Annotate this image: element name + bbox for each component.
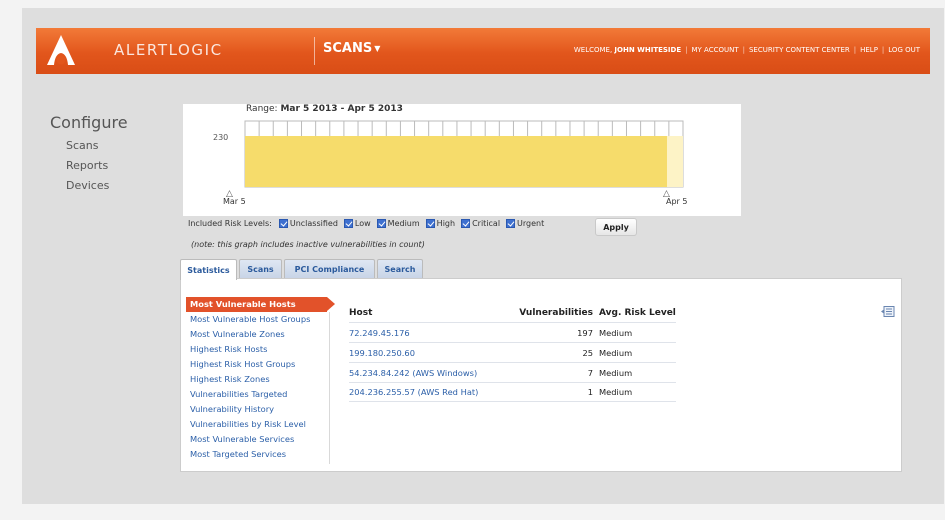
report-item-highest-risk-host-groups[interactable]: Highest Risk Host Groups: [186, 357, 331, 372]
table-header: Host Vulnerabilities Avg. Risk Level: [349, 303, 676, 322]
header-divider: [314, 37, 315, 65]
report-list: Most Vulnerable Hosts Most Vulnerable Ho…: [186, 297, 335, 462]
nav-divider: |: [742, 46, 745, 54]
configure-heading: Configure: [50, 113, 128, 132]
nav-divider: |: [853, 46, 857, 54]
tab-pci-compliance[interactable]: PCI Compliance: [284, 259, 375, 279]
checkbox-label: Low: [354, 219, 371, 228]
hosts-table: Host Vulnerabilities Avg. Risk Level 72.…: [349, 303, 676, 402]
report-item-vulnerabilities-targeted[interactable]: Vulnerabilities Targeted: [186, 387, 331, 402]
checkbox-label: Unclassified: [289, 219, 338, 228]
logout-link[interactable]: LOG OUT: [888, 46, 920, 54]
checkbox-label: Medium: [387, 219, 420, 228]
host-link[interactable]: 54.234.84.242 (AWS Windows): [349, 368, 501, 378]
chart-canvas: 230 △ Mar 5 △ Apr 5: [213, 120, 687, 206]
column-header-vulnerabilities[interactable]: Vulnerabilities: [501, 308, 599, 318]
report-item-highest-risk-hosts[interactable]: Highest Risk Hosts: [186, 342, 331, 357]
chevron-down-icon: ▼: [374, 44, 381, 53]
export-icon[interactable]: [881, 306, 895, 317]
chart-area-tail: [667, 136, 683, 187]
graph-note: (note: this graph includes inactive vuln…: [191, 240, 425, 249]
tab-statistics[interactable]: Statistics: [180, 259, 237, 280]
sidebar-item-scans[interactable]: Scans: [66, 139, 98, 152]
x-tick-start: Mar 5: [223, 197, 246, 206]
nav-divider: |: [685, 46, 688, 54]
checkbox-high[interactable]: High: [425, 219, 456, 228]
host-link[interactable]: 204.236.255.57 (AWS Red Hat): [349, 387, 501, 397]
vulnerability-count: 7: [587, 367, 593, 378]
apply-button[interactable]: Apply: [595, 218, 637, 236]
report-item-most-vulnerable-services[interactable]: Most Vulnerable Services: [186, 432, 331, 447]
host-link[interactable]: 199.180.250.60: [349, 348, 501, 358]
checkbox-label: Urgent: [517, 219, 545, 228]
checkbox-low[interactable]: Low: [343, 219, 371, 228]
report-item-vulnerability-history[interactable]: Vulnerability History: [186, 402, 331, 417]
scans-menu[interactable]: SCANS ▼: [323, 41, 380, 56]
x-tick-end: Apr 5: [666, 197, 687, 206]
table-row: 204.236.255.57 (AWS Red Hat) 1 Medium: [349, 382, 676, 402]
report-item-most-vulnerable-host-groups[interactable]: Most Vulnerable Host Groups: [186, 312, 331, 327]
alertlogic-logo-icon[interactable]: [42, 32, 80, 70]
top-header: ALERTLOGIC SCANS ▼ WELCOME, JOHN WHITESI…: [36, 28, 930, 74]
list-divider: [329, 312, 330, 464]
column-header-avg-risk[interactable]: Avg. Risk Level: [599, 308, 676, 318]
checkbox-label: High: [436, 219, 456, 228]
vulnerability-count: 25: [582, 347, 593, 358]
checkbox-checked-icon: [343, 219, 353, 228]
risk-level-filter: Included Risk Levels: Unclassified Low M…: [188, 219, 547, 228]
y-tick-label: 230: [213, 133, 228, 142]
security-content-center-link[interactable]: SECURITY CONTENT CENTER: [749, 46, 850, 54]
risk-level: Medium: [599, 347, 633, 358]
checkbox-checked-icon: [278, 219, 288, 228]
vulnerability-count: 1: [587, 387, 593, 397]
host-link[interactable]: 72.249.45.176: [349, 328, 501, 338]
table-row: 54.234.84.242 (AWS Windows) 7 Medium: [349, 362, 676, 382]
brand-name: ALERTLOGIC: [114, 41, 223, 59]
risk-level: Medium: [599, 387, 633, 397]
user-name: JOHN WHITESIDE: [614, 46, 682, 54]
report-item-vulnerabilities-by-risk-level[interactable]: Vulnerabilities by Risk Level: [186, 417, 331, 432]
risk-level: Medium: [599, 327, 633, 338]
report-item-most-targeted-services[interactable]: Most Targeted Services: [186, 447, 331, 462]
sidebar-item-reports[interactable]: Reports: [66, 159, 108, 172]
report-item-highest-risk-zones[interactable]: Highest Risk Zones: [186, 372, 331, 387]
risk-filter-label: Included Risk Levels:: [188, 219, 272, 228]
checkbox-unclassified[interactable]: Unclassified: [278, 219, 338, 228]
my-account-link[interactable]: MY ACCOUNT: [691, 46, 738, 54]
checkbox-critical[interactable]: Critical: [461, 219, 500, 228]
checkbox-urgent[interactable]: Urgent: [506, 219, 544, 228]
scans-menu-label: SCANS: [323, 41, 373, 56]
table-row: 72.249.45.176 197 Medium: [349, 322, 676, 342]
vulnerability-chart: Range: Mar 5 2013 - Apr 5 2013 230 △ Mar…: [183, 104, 741, 216]
column-header-host[interactable]: Host: [349, 308, 501, 318]
checkbox-label: Critical: [472, 219, 501, 228]
risk-level: Medium: [599, 367, 633, 378]
user-nav: WELCOME, JOHN WHITESIDE | MY ACCOUNT | S…: [574, 46, 920, 54]
checkbox-checked-icon: [425, 219, 435, 228]
tab-search[interactable]: Search: [377, 259, 423, 279]
checkbox-checked-icon: [461, 219, 471, 228]
sidebar-item-devices[interactable]: Devices: [66, 179, 109, 192]
nav-divider: |: [881, 46, 885, 54]
help-link[interactable]: HELP: [860, 46, 878, 54]
report-item-most-vulnerable-hosts[interactable]: Most Vulnerable Hosts: [186, 297, 335, 312]
welcome-prefix: WELCOME,: [573, 46, 613, 54]
report-item-most-vulnerable-zones[interactable]: Most Vulnerable Zones: [186, 327, 331, 342]
checkbox-checked-icon: [506, 219, 516, 228]
checkbox-checked-icon: [376, 219, 386, 228]
checkbox-medium[interactable]: Medium: [376, 219, 420, 228]
table-row: 199.180.250.60 25 Medium: [349, 342, 676, 362]
chart-area: [245, 136, 667, 187]
vulnerability-count: 197: [577, 327, 593, 338]
tab-scans[interactable]: Scans: [239, 259, 282, 279]
